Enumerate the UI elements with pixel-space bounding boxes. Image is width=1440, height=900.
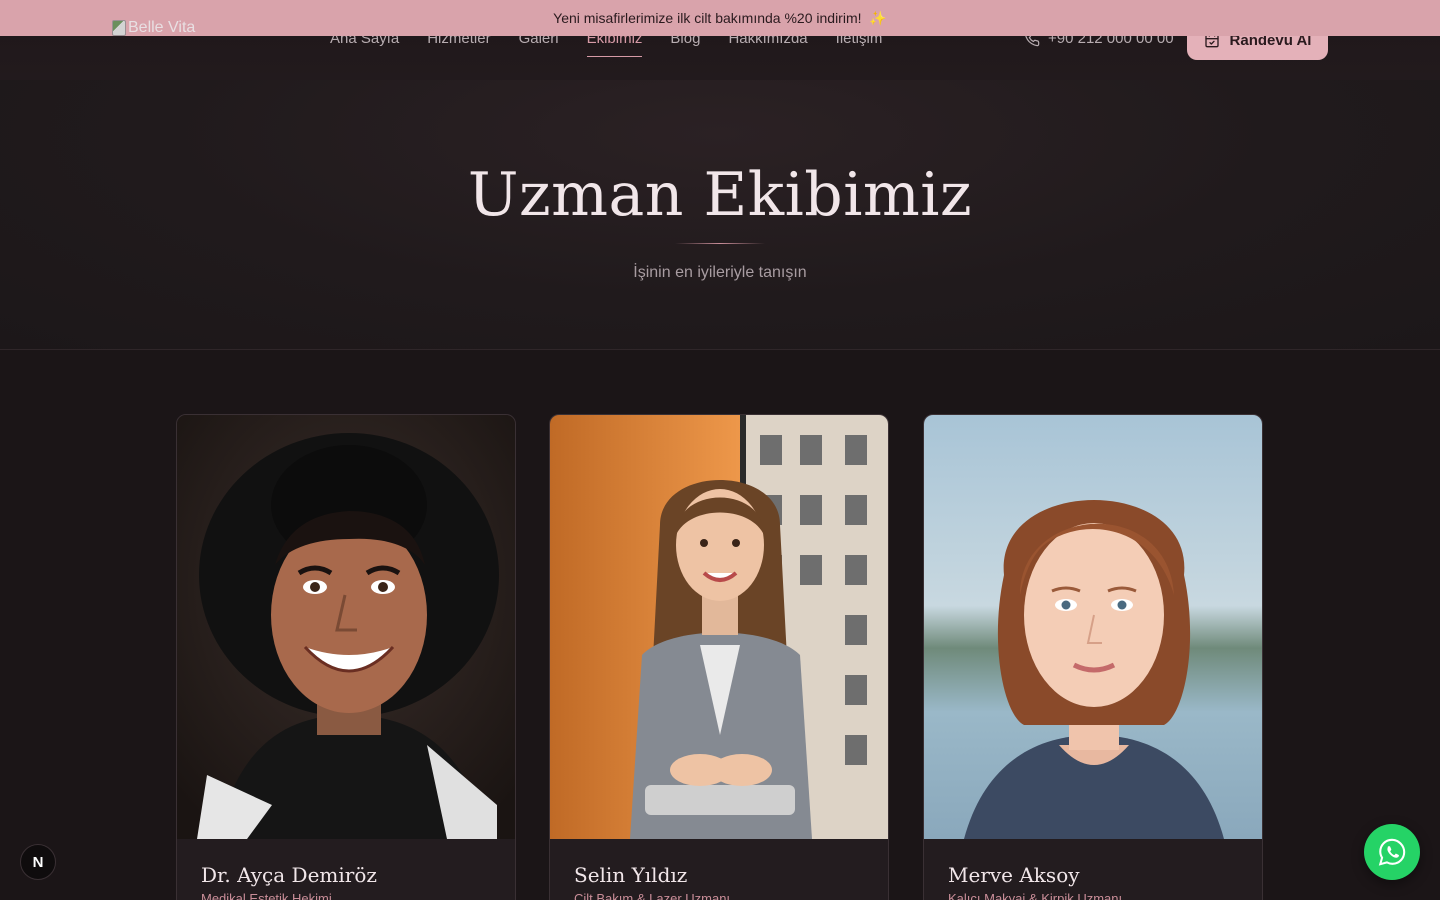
announcement-bar: Yeni misafirlerimize ilk cilt bakımında … (0, 0, 1440, 36)
team-member-photo (924, 415, 1262, 839)
team-section: Dr. Ayça Demiröz Medikal Estetik Hekimi (0, 350, 1440, 900)
team-card[interactable]: Dr. Ayça Demiröz Medikal Estetik Hekimi (176, 414, 516, 900)
team-member-role: Cilt Bakım & Lazer Uzmanı (574, 891, 731, 900)
whatsapp-icon (1378, 838, 1406, 866)
team-card[interactable]: Selin Yıldız Cilt Bakım & Lazer Uzmanı (549, 414, 889, 900)
whatsapp-button[interactable] (1364, 824, 1420, 880)
n-logo-icon: N (32, 853, 44, 871)
team-member-role: Kalıcı Makyaj & Kirpik Uzmanı (948, 891, 1123, 900)
logo-link[interactable]: Belle Vita (112, 19, 195, 37)
team-member-name: Merve Aksoy (948, 863, 1080, 887)
team-member-name: Selin Yıldız (574, 863, 688, 887)
dev-tools-badge[interactable]: N (20, 844, 56, 880)
broken-image-icon (112, 20, 126, 36)
sparkle-icon: ✨ (869, 9, 887, 26)
team-member-name: Dr. Ayça Demiröz (201, 863, 377, 887)
title-divider (675, 243, 765, 244)
team-member-role: Medikal Estetik Hekimi (201, 891, 332, 900)
logo-alt-text: Belle Vita (128, 19, 196, 36)
team-card[interactable]: Merve Aksoy Kalıcı Makyaj & Kirpik Uzman… (923, 414, 1263, 900)
team-member-photo (177, 415, 515, 839)
page-subtitle: İşinin en iyileriyle tanışın (633, 264, 807, 281)
page-title: Uzman Ekibimiz (467, 160, 973, 230)
team-member-photo (550, 415, 888, 839)
hero-section: Uzman Ekibimiz İşinin en iyileriyle tanı… (0, 80, 1440, 350)
announcement-text: Yeni misafirlerimize ilk cilt bakımında … (553, 10, 862, 26)
